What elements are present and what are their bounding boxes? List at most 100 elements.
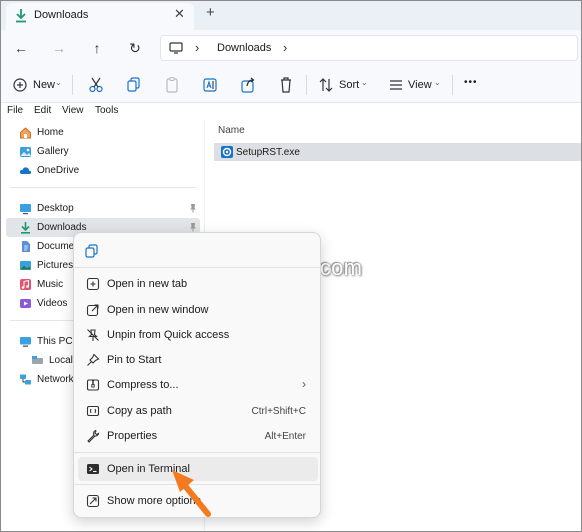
nav-label: This PC [37, 336, 73, 347]
zip-icon [86, 379, 100, 391]
nav-item-gallery[interactable]: Gallery [6, 142, 200, 161]
menu-item-label: Copy as path [107, 405, 172, 417]
menu-bar: File Edit View Tools [0, 103, 582, 120]
cut-button[interactable] [88, 75, 104, 95]
copy-icon [127, 77, 140, 92]
setup-exe-icon [221, 146, 233, 158]
network-icon [20, 374, 31, 385]
keyboard-shortcut: Alt+Enter [264, 431, 306, 442]
menu-item-label: Unpin from Quick access [107, 329, 230, 341]
navigation-bar: ← → ↑ ↻ › Downloads › [0, 30, 582, 66]
menu-tools[interactable]: Tools [95, 105, 118, 116]
file-name: SetupRST.exe [236, 147, 300, 158]
command-bar: New ⌄ Sort ⌄ View ⌄ ••• [0, 66, 582, 103]
divider [452, 75, 453, 95]
menu-item-pin-to-start[interactable]: Pin to Start [78, 348, 318, 372]
delete-button[interactable] [278, 75, 294, 95]
nav-item-onedrive[interactable]: OneDrive [6, 161, 200, 180]
open-window-icon [86, 304, 99, 317]
view-button[interactable] [388, 75, 404, 95]
view-label[interactable]: View [408, 79, 432, 91]
menu-file[interactable]: File [7, 105, 23, 116]
divider [74, 452, 320, 453]
chevron-right-icon: › [302, 377, 306, 391]
more-options-button[interactable]: ••• [464, 77, 478, 88]
chevron-down-icon: ⌄ [361, 78, 368, 87]
nav-label: Videos [37, 298, 68, 309]
sort-button[interactable] [318, 75, 334, 95]
download-icon [16, 9, 26, 23]
computer-icon [169, 42, 183, 54]
menu-item-label: Compress to... [107, 379, 179, 391]
menu-item-open-new-tab[interactable]: Open in new tab [78, 272, 318, 296]
copy-path-icon [86, 405, 100, 417]
wrench-icon [87, 429, 100, 443]
documents-icon [22, 241, 30, 252]
divider [72, 75, 73, 95]
nav-item-desktop[interactable]: Desktop [6, 199, 200, 218]
pin-icon[interactable] [189, 222, 197, 232]
pin-icon [87, 353, 100, 366]
close-tab-icon[interactable]: ✕ [174, 6, 185, 22]
nav-label: Docume [37, 241, 75, 252]
forward-button[interactable]: → [48, 37, 70, 59]
computer-icon [20, 337, 31, 347]
menu-edit[interactable]: Edit [34, 105, 51, 116]
paste-button[interactable] [164, 75, 180, 95]
refresh-button[interactable]: ↻ [124, 37, 146, 59]
up-button[interactable]: ↑ [86, 37, 108, 59]
tab-downloads[interactable]: Downloads ✕ [6, 3, 194, 30]
menu-item-label: Open in new tab [107, 278, 188, 290]
copy-icon[interactable] [84, 243, 100, 259]
menu-item-label: Open in new window [107, 304, 209, 316]
breadcrumb-downloads[interactable]: Downloads [217, 42, 271, 54]
menu-item-copy-as-path[interactable]: Copy as path Ctrl+Shift+C [78, 399, 318, 423]
nav-label: Pictures [37, 260, 74, 271]
column-header-name[interactable]: Name [218, 125, 245, 136]
pin-icon[interactable] [189, 203, 197, 213]
pictures-icon [20, 261, 31, 270]
rename-icon [203, 78, 217, 92]
nav-label: Music [37, 279, 64, 290]
new-tab-button[interactable]: + [206, 4, 215, 21]
breadcrumb-separator[interactable]: › [283, 40, 287, 55]
nav-label: Gallery [37, 146, 69, 157]
drive-icon [32, 356, 43, 364]
divider [306, 75, 307, 95]
share-button[interactable] [240, 75, 256, 95]
download-icon [21, 222, 30, 234]
copy-button[interactable] [126, 75, 142, 95]
nav-label: Network [37, 374, 74, 385]
share-icon [241, 77, 255, 93]
unpin-icon [87, 329, 99, 341]
menu-item-properties[interactable]: Properties Alt+Enter [78, 424, 318, 448]
music-icon [20, 279, 31, 290]
menu-item-label: Pin to Start [107, 354, 162, 366]
clipboard-icon [166, 76, 178, 93]
scissors-icon [89, 77, 103, 93]
address-bar[interactable]: › Downloads › [160, 35, 578, 61]
sort-icon [319, 78, 333, 92]
home-icon [20, 127, 31, 139]
nav-item-home[interactable]: Home [6, 123, 200, 142]
title-bar: Downloads ✕ + [0, 0, 582, 30]
new-label[interactable]: New [33, 79, 55, 91]
back-button[interactable]: ← [10, 37, 32, 59]
breadcrumb-separator[interactable]: › [195, 40, 199, 55]
desktop-icon [20, 204, 31, 215]
new-button[interactable] [12, 75, 28, 95]
menu-item-label: Properties [107, 430, 158, 442]
menu-item-unpin-quick-access[interactable]: Unpin from Quick access [78, 323, 318, 347]
menu-item-open-new-window[interactable]: Open in new window [78, 298, 318, 322]
table-row[interactable]: SetupRST.exe [214, 143, 582, 161]
orange-arrow-icon [172, 470, 211, 517]
view-list-icon [390, 80, 402, 90]
keyboard-shortcut: Ctrl+Shift+C [251, 406, 306, 417]
rename-button[interactable] [202, 75, 218, 95]
sort-label[interactable]: Sort [339, 79, 359, 91]
menu-view[interactable]: View [62, 105, 84, 116]
nav-label: Desktop [37, 203, 74, 214]
tab-title: Downloads [34, 9, 89, 21]
menu-item-compress[interactable]: Compress to... › [78, 373, 318, 397]
terminal-icon [87, 464, 99, 474]
